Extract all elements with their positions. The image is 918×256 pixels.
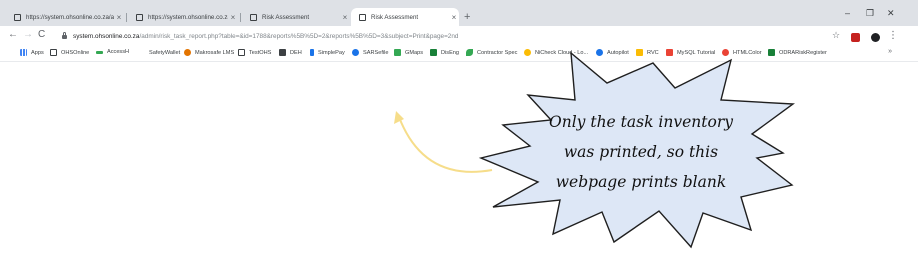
tab-title: Risk Assessment: [262, 13, 310, 21]
address-bar[interactable]: system.ohsonline.co.za/admin/risk_task_r…: [56, 28, 866, 44]
new-tab-button[interactable]: +: [464, 12, 470, 23]
browser-tab-active[interactable]: Risk Assessment ×: [351, 8, 459, 26]
lock-icon[interactable]: [62, 32, 67, 39]
forward-button[interactable]: →: [23, 29, 33, 40]
bookmark-icon: [50, 49, 57, 56]
close-tab-icon[interactable]: ×: [449, 13, 459, 22]
close-window-button[interactable]: ✕: [887, 9, 895, 18]
bookmark-item[interactable]: Contractor Spec: [466, 49, 517, 56]
bookmark-item[interactable]: SimplePay: [310, 49, 345, 56]
minimize-button[interactable]: –: [845, 9, 850, 18]
site-icon: [359, 13, 366, 21]
bookmark-icon: [96, 50, 103, 54]
bookmark-icon: [636, 49, 643, 56]
bookmark-icon: [722, 49, 729, 56]
bookmark-item[interactable]: NiCheck Cloud - Lo...: [524, 49, 588, 56]
bookmark-icon: [238, 49, 245, 56]
bookmarks-bar: Apps OHSOnline AccessH SafetyWallet Makr…: [0, 46, 918, 62]
chrome-menu-icon[interactable]: ⋮: [888, 30, 898, 41]
bookmark-item[interactable]: OHSOnline: [50, 49, 89, 56]
browser-tab[interactable]: Risk Assessment ×: [242, 8, 350, 26]
close-tab-icon[interactable]: ×: [340, 13, 350, 22]
url-host: system.ohsonline.co.za: [73, 32, 140, 40]
more-bookmarks-button[interactable]: »: [888, 48, 892, 55]
bookmark-apps[interactable]: Apps: [20, 49, 44, 56]
tab-title: https://system.ohsonline.co.za/a…: [148, 13, 228, 21]
tab-strip: https://system.ohsonline.co.za/a… × http…: [0, 0, 918, 26]
bookmark-item[interactable]: ODRARiskRegister: [768, 49, 827, 56]
url-path: /admin/risk_task_report.php?table=&id=17…: [139, 32, 459, 40]
bookmark-icon: [352, 49, 359, 56]
bookmark-icon: [524, 49, 531, 56]
bookmark-item[interactable]: TestOHS: [238, 49, 271, 56]
bookmark-icon: [768, 49, 775, 56]
bookmark-icon: [430, 49, 437, 56]
bookmark-item[interactable]: MySQL Tutorial: [666, 49, 715, 56]
bookmark-item[interactable]: AccessH: [96, 49, 129, 55]
tab-title: https://system.ohsonline.co.za/a…: [26, 13, 114, 21]
bookmark-icon: [466, 49, 473, 56]
callout-line: webpage prints blank: [555, 173, 727, 191]
close-tab-icon[interactable]: ×: [114, 13, 124, 22]
site-icon: [14, 13, 21, 21]
bookmark-item[interactable]: GMaps: [394, 49, 423, 56]
bookmark-item[interactable]: HTMLColor: [722, 49, 762, 56]
site-icon: [250, 13, 257, 21]
maximize-button[interactable]: ❐: [866, 9, 874, 18]
bookmark-icon: [184, 49, 191, 56]
callout-line: Only the task inventory: [549, 113, 733, 131]
bookmark-item[interactable]: DisEng: [430, 49, 459, 56]
callout-line: was printed, so this: [563, 143, 719, 161]
extension-icon[interactable]: [851, 33, 860, 42]
apps-grid-icon: [20, 49, 27, 56]
reload-button[interactable]: C: [38, 29, 45, 40]
bookmark-icon: [596, 49, 603, 56]
tab-title: Risk Assessment: [371, 13, 419, 21]
bookmark-icon: [394, 49, 401, 56]
browser-toolbar: ← → C system.ohsonline.co.za/admin/risk_…: [0, 26, 918, 46]
bookmark-item[interactable]: SARSefile: [352, 49, 389, 56]
bookmark-star-icon[interactable]: ☆: [832, 30, 840, 41]
site-icon: [136, 13, 143, 21]
close-tab-icon[interactable]: ×: [228, 13, 238, 22]
bookmark-item[interactable]: DEH: [279, 49, 302, 56]
arrow-head: [394, 111, 404, 124]
bookmark-item[interactable]: SafetyWallet: [138, 49, 180, 56]
tab-divider: [126, 13, 127, 22]
bookmark-item[interactable]: Autopilot: [596, 49, 629, 56]
bookmark-icon: [279, 49, 286, 56]
browser-tab[interactable]: https://system.ohsonline.co.za/a… ×: [128, 8, 238, 26]
callout-text: Only the task inventory was printed, so …: [530, 107, 752, 197]
bookmark-icon: [666, 49, 673, 56]
bookmark-item[interactable]: RVC: [636, 49, 659, 56]
curved-arrow: [398, 116, 493, 173]
tab-divider: [240, 13, 241, 22]
bookmark-item[interactable]: Makrosafe LMS: [184, 49, 234, 56]
bookmark-icon: [310, 49, 314, 56]
bookmark-icon: [138, 49, 145, 56]
back-button[interactable]: ←: [8, 29, 18, 40]
profile-avatar[interactable]: [871, 33, 880, 42]
browser-tab[interactable]: https://system.ohsonline.co.za/a… ×: [6, 8, 124, 26]
